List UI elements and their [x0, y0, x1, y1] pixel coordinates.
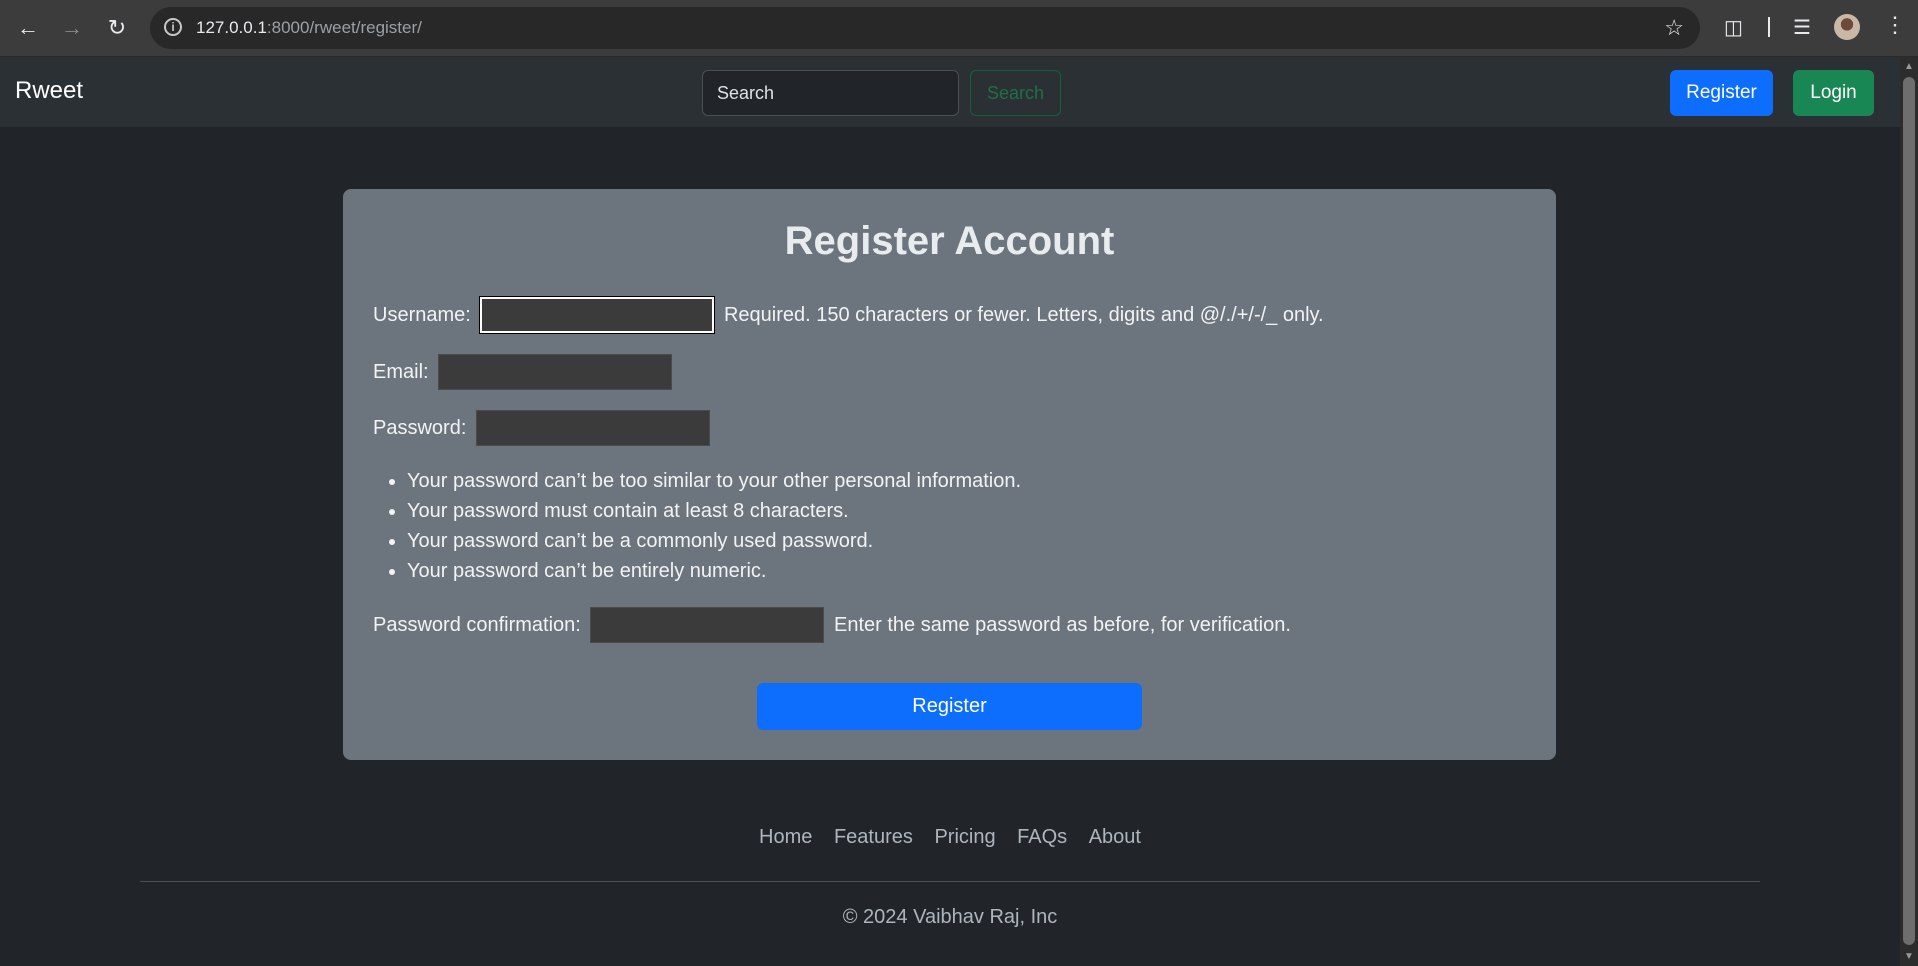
extensions-icon[interactable]: ◫: [1724, 14, 1743, 42]
footer-link-pricing[interactable]: Pricing: [934, 826, 995, 848]
footer-link-faqs[interactable]: FAQs: [1017, 826, 1067, 848]
footer-nav: Home Features Pricing FAQs About: [0, 826, 1900, 849]
footer-link-home[interactable]: Home: [759, 826, 812, 848]
password-field[interactable]: [475, 410, 710, 446]
username-help: Required. 150 characters or fewer. Lette…: [723, 303, 1324, 326]
password-confirmation-field[interactable]: [590, 607, 825, 643]
email-label: Email:: [373, 360, 429, 383]
url-path: :8000/rweet/register/: [266, 18, 422, 37]
page-title: Register Account: [784, 219, 1115, 263]
username-row: Username: Required. 150 characters or fe…: [373, 296, 1324, 334]
bookmark-star-icon[interactable]: ☆: [1664, 15, 1684, 41]
site-info-icon[interactable]: i: [164, 18, 182, 36]
profile-avatar[interactable]: [1834, 14, 1860, 40]
brand-logo[interactable]: Rweet: [15, 77, 83, 105]
email-row: Email:: [373, 354, 676, 390]
media-control-icon[interactable]: ☰: [1793, 14, 1811, 42]
page-scrollbar[interactable]: ▲ ▼: [1900, 57, 1918, 966]
search-button[interactable]: Search: [970, 70, 1061, 116]
search-input[interactable]: [702, 70, 959, 116]
back-icon[interactable]: ←: [14, 14, 42, 42]
list-item: Your password can’t be a commonly used p…: [407, 526, 1021, 556]
footer-link-features[interactable]: Features: [834, 826, 913, 848]
password-label: Password:: [373, 416, 467, 439]
site-navbar: Rweet Search Register Login: [0, 57, 1900, 127]
list-item: Your password can’t be too similar to yo…: [407, 466, 1021, 496]
scrollbar-thumb[interactable]: [1903, 77, 1915, 945]
password-row: Password:: [373, 410, 714, 446]
scroll-down-icon[interactable]: ▼: [1904, 951, 1914, 962]
email-field[interactable]: [438, 354, 673, 390]
register-submit-button[interactable]: Register: [757, 683, 1142, 730]
toolbar-divider: [1768, 17, 1770, 37]
address-bar[interactable]: i 127.0.0.1:8000/rweet/register/ ☆: [150, 7, 1700, 49]
menu-kebab-icon[interactable]: ⋮: [1884, 12, 1906, 38]
list-item: Your password must contain at least 8 ch…: [407, 496, 1021, 526]
footer-link-about[interactable]: About: [1089, 826, 1141, 848]
password-confirmation-help: Enter the same password as before, for v…: [834, 613, 1291, 636]
reload-icon[interactable]: ↻: [103, 14, 131, 42]
password-confirmation-label: Password confirmation:: [373, 613, 581, 636]
url-host: 127.0.0.1: [196, 18, 267, 37]
browser-toolbar: ← → ↻ i 127.0.0.1:8000/rweet/register/ ☆…: [0, 0, 1918, 57]
footer-divider: [140, 881, 1760, 882]
username-label: Username:: [373, 303, 471, 326]
forward-icon[interactable]: →: [58, 14, 86, 42]
nav-login-button[interactable]: Login: [1793, 70, 1874, 116]
url-text[interactable]: 127.0.0.1:8000/rweet/register/: [196, 18, 422, 38]
register-card: Register Account Username: Required. 150…: [343, 189, 1556, 760]
username-field[interactable]: [479, 296, 716, 334]
copyright-text: © 2024 Vaibhav Raj, Inc: [842, 906, 1058, 928]
password-confirmation-row: Password confirmation: Enter the same pa…: [373, 607, 1291, 643]
list-item: Your password can’t be entirely numeric.: [407, 556, 1021, 586]
scroll-up-icon[interactable]: ▲: [1904, 61, 1914, 72]
nav-register-button[interactable]: Register: [1670, 70, 1773, 116]
password-rules-list: Your password can’t be too similar to yo…: [383, 466, 1021, 586]
